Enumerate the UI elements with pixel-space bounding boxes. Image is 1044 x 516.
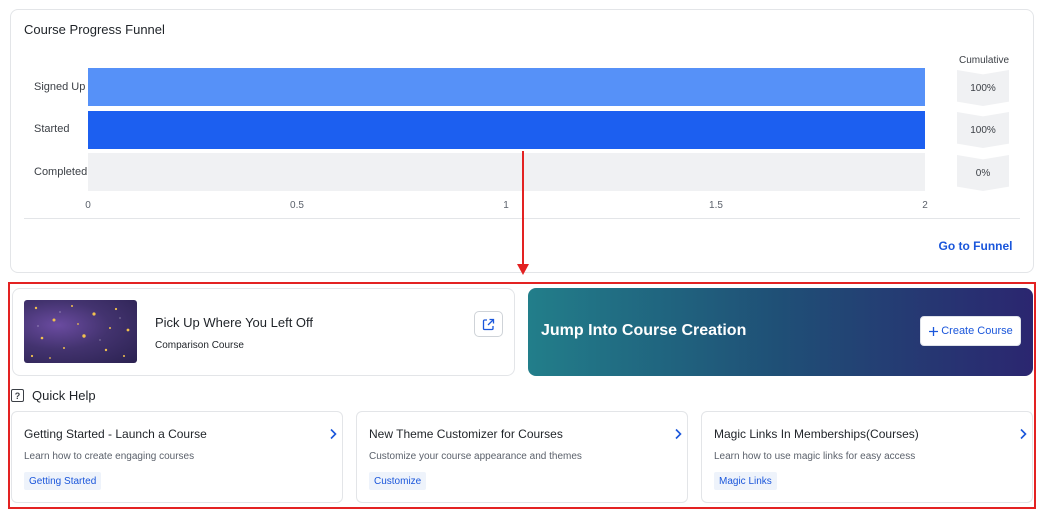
help-card-magic-links[interactable]: Magic Links In Memberships(Courses) Lear…	[701, 411, 1033, 503]
create-banner-title: Jump Into Course Creation	[541, 322, 747, 339]
course-creation-banner: Jump Into Course Creation Create Course	[528, 288, 1033, 376]
help-card-theme-customizer[interactable]: New Theme Customizer for Courses Customi…	[356, 411, 688, 503]
create-course-button[interactable]: Create Course	[920, 316, 1021, 346]
resume-course-name: Comparison Course	[155, 340, 244, 351]
help-card-tag: Magic Links	[714, 472, 777, 490]
annotation-arrow-line	[522, 151, 524, 267]
resume-title: Pick Up Where You Left Off	[155, 315, 314, 330]
cumulative-header: Cumulative	[958, 55, 1010, 66]
funnel-bar-track-completed	[88, 153, 925, 191]
cumulative-chip: 0%	[957, 155, 1009, 191]
quick-help-header: ? Quick Help	[11, 388, 96, 403]
annotation-arrow-head	[517, 264, 529, 275]
axis-tick: 0	[85, 200, 91, 211]
question-icon: ?	[11, 389, 24, 402]
axis-tick: 0.5	[290, 200, 304, 211]
go-to-funnel-link[interactable]: Go to Funnel	[931, 232, 1020, 260]
course-thumbnail	[24, 300, 137, 363]
quick-help-title: Quick Help	[32, 388, 96, 403]
axis-tick: 1.5	[709, 200, 723, 211]
funnel-bar-started[interactable]	[88, 111, 925, 149]
help-card-title: Magic Links In Memberships(Courses)	[714, 427, 919, 441]
chevron-right-icon	[1020, 428, 1027, 440]
help-card-title: New Theme Customizer for Courses	[369, 427, 563, 441]
funnel-row-label-signed-up: Signed Up	[34, 81, 86, 93]
open-course-button[interactable]	[474, 311, 503, 337]
help-card-description: Customize your course appearance and the…	[369, 451, 582, 462]
help-card-title: Getting Started - Launch a Course	[24, 427, 207, 441]
axis-tick: 2	[922, 200, 928, 211]
cumulative-chip: 100%	[957, 70, 1009, 106]
funnel-row-label-started: Started	[34, 123, 70, 135]
external-link-icon	[482, 318, 495, 330]
help-card-tag: Getting Started	[24, 472, 102, 490]
help-card-description: Learn how to use magic links for easy ac…	[714, 451, 916, 462]
axis-tick: 1	[503, 200, 509, 211]
funnel-row-label-completed: Completed	[34, 166, 88, 178]
help-card-description: Learn how to create engaging courses	[24, 451, 195, 462]
funnel-bar-signed-up[interactable]	[88, 68, 925, 106]
plus-icon	[929, 326, 939, 336]
help-card-tag: Customize	[369, 472, 427, 490]
create-course-label: Create Course	[941, 325, 1013, 337]
cumulative-chip: 100%	[957, 112, 1009, 148]
help-card-getting-started[interactable]: Getting Started - Launch a Course Learn …	[11, 411, 343, 503]
chevron-right-icon	[675, 428, 682, 440]
resume-course-card[interactable]: Pick Up Where You Left Off Comparison Co…	[12, 288, 515, 376]
chevron-right-icon	[330, 428, 337, 440]
funnel-title: Course Progress Funnel	[24, 22, 165, 37]
